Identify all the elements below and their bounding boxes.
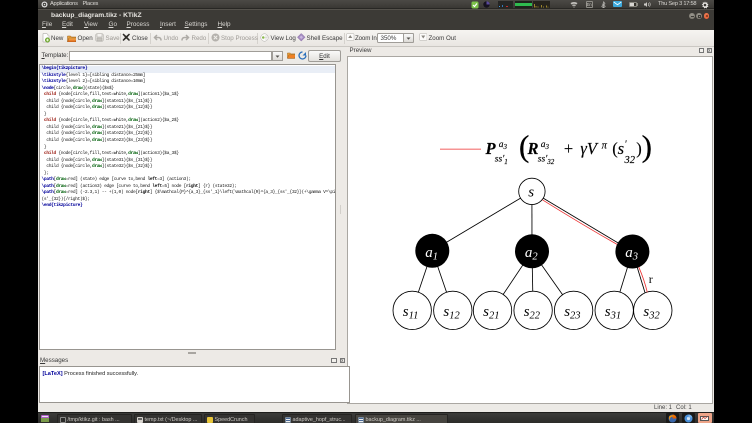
svg-text:a3: a3: [541, 140, 550, 151]
svg-text:s: s: [618, 139, 624, 158]
svg-text:): ): [642, 128, 652, 163]
svg-text:s: s: [528, 184, 534, 200]
svg-text:γV: γV: [580, 139, 599, 158]
svg-text:+: +: [564, 139, 573, 158]
svg-text:ss′1: ss′1: [495, 154, 508, 166]
svg-text:ss′32: ss′32: [538, 154, 555, 166]
svg-text:R: R: [527, 139, 539, 158]
svg-text:a3: a3: [499, 140, 508, 151]
svg-text:′: ′: [625, 139, 628, 149]
svg-text:π: π: [602, 140, 608, 151]
svg-text:r: r: [649, 272, 653, 286]
svg-text:32: 32: [624, 154, 636, 165]
